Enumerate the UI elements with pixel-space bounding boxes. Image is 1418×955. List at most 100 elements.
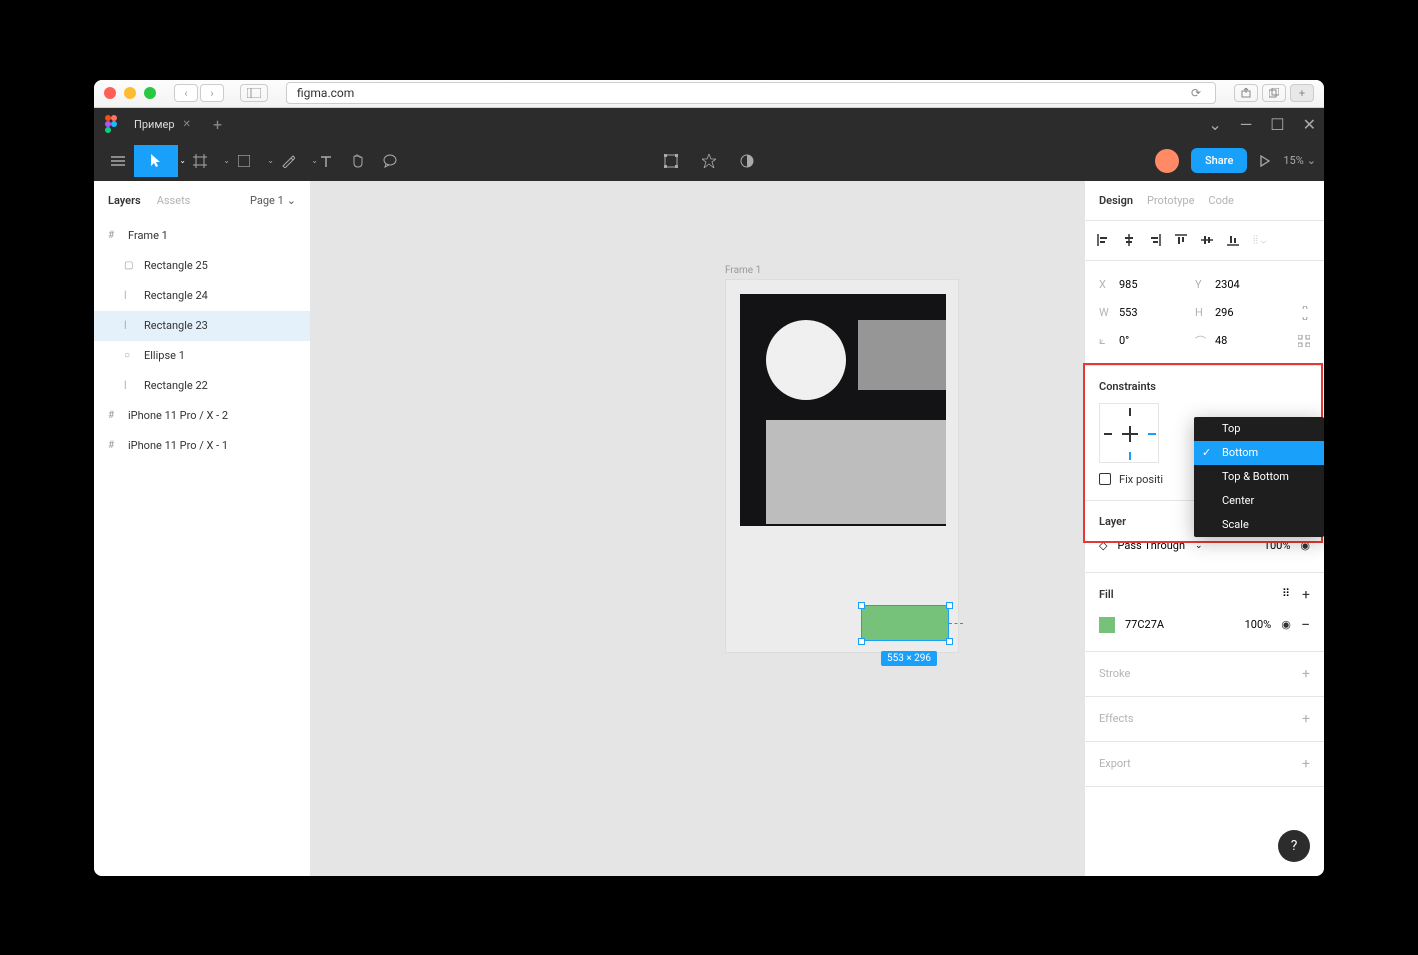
layer-item[interactable]: #iPhone 11 Pro / X - 1 xyxy=(94,431,310,461)
close-icon[interactable]: ✕ xyxy=(183,119,191,130)
add-fill[interactable]: + xyxy=(1302,587,1310,603)
rectangle-22[interactable] xyxy=(740,294,946,526)
distribute-icon[interactable]: ⦙⦙ ⌄ xyxy=(1253,233,1267,247)
rotation-input[interactable]: 0° xyxy=(1119,334,1189,347)
selection-handle[interactable] xyxy=(946,602,953,609)
h-input[interactable]: 296 xyxy=(1215,306,1285,319)
layer-item[interactable]: |Rectangle 23 xyxy=(94,311,310,341)
boolean-icon[interactable] xyxy=(731,145,763,177)
remove-fill[interactable]: − xyxy=(1301,615,1310,634)
frame-label[interactable]: Frame 1 xyxy=(725,265,761,276)
hamburger-menu[interactable] xyxy=(102,145,134,177)
blend-icon[interactable]: ◇ xyxy=(1099,539,1107,552)
pen-tool[interactable]: ⌄ xyxy=(266,145,310,177)
fill-hex[interactable]: 77C27A xyxy=(1125,618,1164,631)
align-top-icon[interactable] xyxy=(1175,234,1187,246)
new-tab[interactable]: + xyxy=(1290,84,1314,102)
canvas[interactable]: Frame 1 553 × 296 xyxy=(311,181,1084,876)
rectangle-24[interactable] xyxy=(858,320,946,390)
layer-name: Rectangle 22 xyxy=(144,379,208,392)
sidebar-toggle[interactable] xyxy=(240,84,268,102)
tab-layers[interactable]: Layers xyxy=(108,194,157,207)
selection-handle[interactable] xyxy=(858,602,865,609)
mask-icon[interactable] xyxy=(693,145,725,177)
layer-item[interactable]: ○Ellipse 1 xyxy=(94,341,310,371)
eye-icon[interactable]: ◉ xyxy=(1281,618,1291,631)
blend-mode[interactable]: Pass Through xyxy=(1117,539,1185,552)
maximize-icon[interactable]: ☐ xyxy=(1270,115,1284,134)
align-bottom-icon[interactable] xyxy=(1227,234,1239,246)
selection-handle[interactable] xyxy=(858,638,865,645)
dropdown-option[interactable]: Top xyxy=(1194,417,1324,441)
hand-tool[interactable] xyxy=(342,145,374,177)
window-maximize[interactable] xyxy=(144,87,156,99)
add-export[interactable]: + xyxy=(1302,756,1310,772)
align-right-icon[interactable] xyxy=(1149,234,1161,246)
rectangle-tool[interactable]: ⌄ xyxy=(222,145,266,177)
tab-code[interactable]: Code xyxy=(1208,194,1233,207)
frame-tool[interactable]: ⌄ xyxy=(178,145,222,177)
selection-handle[interactable] xyxy=(946,638,953,645)
dropdown-option[interactable]: Scale xyxy=(1194,513,1324,537)
add-tab[interactable]: + xyxy=(205,115,230,134)
app-tabs-bar: Пример ✕ + ⌄ — ☐ ✕ xyxy=(94,108,1324,141)
layer-type-icon: | xyxy=(124,290,134,301)
component-icon[interactable] xyxy=(655,145,687,177)
link-icon[interactable] xyxy=(1300,306,1310,320)
close-window-icon[interactable]: ✕ xyxy=(1303,115,1316,134)
tab-prototype[interactable]: Prototype xyxy=(1147,194,1194,207)
radius-input[interactable]: 48 xyxy=(1215,334,1285,347)
add-effect[interactable]: + xyxy=(1302,711,1310,727)
fix-position-checkbox[interactable] xyxy=(1099,473,1111,485)
layer-item[interactable]: |Rectangle 24 xyxy=(94,281,310,311)
share-icon[interactable] xyxy=(1234,84,1258,102)
present-button[interactable] xyxy=(1259,155,1271,167)
text-tool[interactable] xyxy=(310,145,342,177)
nav-back[interactable]: ‹ xyxy=(174,84,198,102)
nav-forward[interactable]: › xyxy=(200,84,224,102)
align-center-h-icon[interactable] xyxy=(1123,234,1135,246)
y-input[interactable]: 2304 xyxy=(1215,278,1285,291)
align-center-v-icon[interactable] xyxy=(1201,234,1213,246)
help-button[interactable]: ? xyxy=(1278,830,1310,862)
page-selector[interactable]: Page 1 ⌄ xyxy=(250,194,296,207)
dropdown-option[interactable]: Center xyxy=(1194,489,1324,513)
layer-item[interactable]: ▢Rectangle 25 xyxy=(94,251,310,281)
fill-opacity[interactable]: 100% xyxy=(1245,618,1272,631)
app-tab[interactable]: Пример ✕ xyxy=(120,108,205,141)
url-bar[interactable]: figma.com ⟳ xyxy=(286,82,1216,104)
tab-design[interactable]: Design xyxy=(1099,194,1133,207)
x-input[interactable]: 985 xyxy=(1119,278,1189,291)
window-close[interactable] xyxy=(104,87,116,99)
style-icon[interactable]: ⠿ xyxy=(1282,587,1290,603)
move-tool[interactable]: ⌄ xyxy=(134,145,178,177)
rectangle-25[interactable] xyxy=(766,420,946,524)
add-stroke[interactable]: + xyxy=(1302,666,1310,682)
minimize-icon[interactable]: — xyxy=(1240,115,1253,134)
figma-logo-icon[interactable] xyxy=(102,115,120,133)
eye-icon[interactable]: ◉ xyxy=(1300,539,1310,552)
chevron-down-icon[interactable]: ⌄ xyxy=(1208,115,1221,134)
rectangle-23-selected[interactable] xyxy=(861,605,949,641)
dropdown-option[interactable]: Top & Bottom xyxy=(1194,465,1324,489)
dropdown-option[interactable]: ✓Bottom xyxy=(1194,441,1324,465)
window-minimize[interactable] xyxy=(124,87,136,99)
independent-corners-icon[interactable] xyxy=(1298,335,1310,347)
frame-1[interactable] xyxy=(725,279,959,653)
layer-opacity[interactable]: 100% xyxy=(1264,539,1291,552)
comment-tool[interactable] xyxy=(374,145,406,177)
share-button[interactable]: Share xyxy=(1191,148,1247,173)
fill-swatch[interactable] xyxy=(1099,617,1115,633)
w-input[interactable]: 553 xyxy=(1119,306,1189,319)
layer-item[interactable]: |Rectangle 22 xyxy=(94,371,310,401)
tabs-icon[interactable] xyxy=(1262,84,1286,102)
avatar[interactable] xyxy=(1155,149,1179,173)
ellipse-1[interactable] xyxy=(766,320,846,400)
constraint-widget[interactable] xyxy=(1099,403,1159,463)
zoom-level[interactable]: 15% ⌄ xyxy=(1283,154,1316,167)
align-left-icon[interactable] xyxy=(1097,234,1109,246)
layer-item[interactable]: #Frame 1 xyxy=(94,221,310,251)
tab-assets[interactable]: Assets xyxy=(157,194,207,207)
layer-item[interactable]: #iPhone 11 Pro / X - 2 xyxy=(94,401,310,431)
reload-icon[interactable]: ⟳ xyxy=(1191,86,1201,100)
